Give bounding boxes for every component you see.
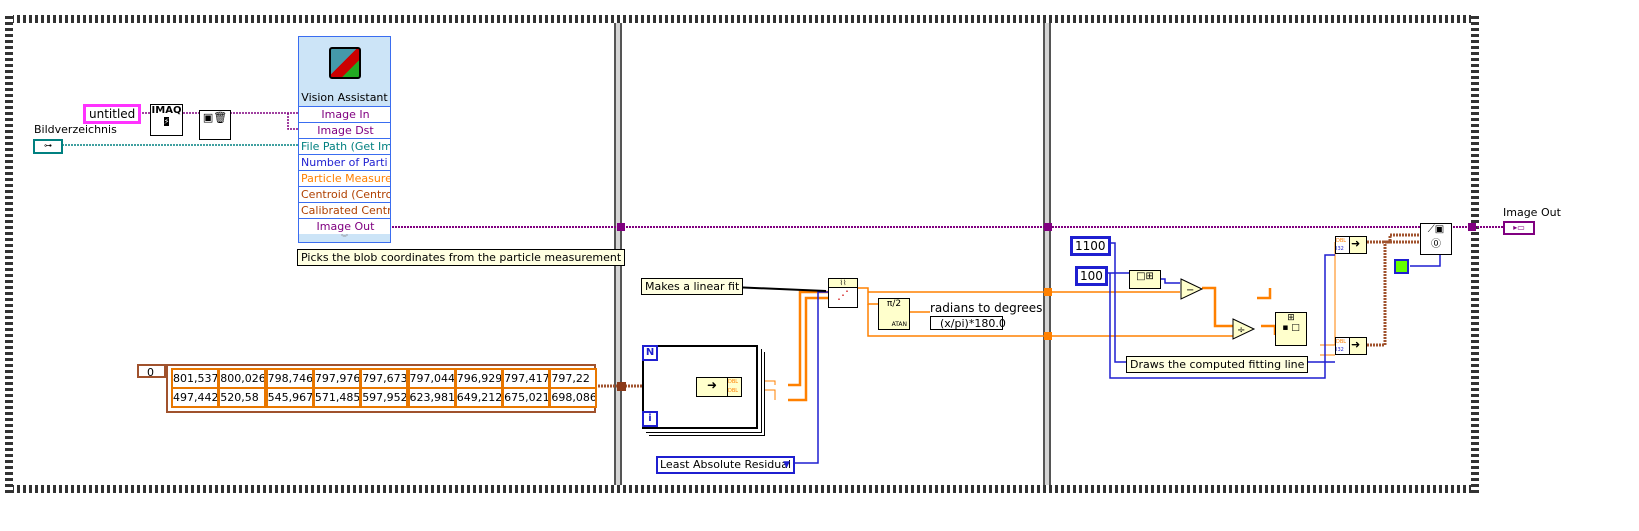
comment-fitting-line: Draws the computed fitting line [1126,356,1309,373]
terminal-image-in[interactable]: Image In [299,106,390,122]
array-element[interactable]: 520,58 [218,387,267,408]
dbl-label: DBL [1336,339,1347,345]
array-element[interactable]: 798,746 [265,368,314,389]
arrow-right-icon: ➜ [1351,237,1361,250]
image-out-label: Image Out [1503,206,1561,219]
arctan-node[interactable]: π/2 ATAN [878,298,910,330]
terminal-calibrated-centroid[interactable]: Calibrated Centr [299,202,390,218]
loop-count-terminal[interactable]: N [642,345,658,361]
array-element[interactable]: 698,086 [549,387,598,408]
array-element[interactable]: 623,981 [407,387,456,408]
dropdown-arrow-icon[interactable]: ▼ [783,458,790,472]
dbl-label: DBL [1336,238,1347,244]
build-array-node[interactable]: □⊞ [1129,270,1161,289]
dbl-wire-x [788,290,828,387]
dbl-label: DBL [728,379,739,385]
expression-node[interactable]: (x/pi)*180.0 [930,316,1006,330]
expand-chevron-icon[interactable]: ︾ [299,234,390,242]
vision-assistant-icon [329,47,361,79]
pi-over-2-icon: π/2 [886,299,902,309]
divide-node[interactable]: ÷ [1232,318,1256,340]
imaq-overlay-line-node[interactable]: ⟋▣ ⓪ [1420,223,1452,255]
constant-100[interactable]: 100 [1075,266,1108,286]
i32-label: I32 [1336,246,1344,252]
fit-curve-icon: ⌇⌇ [829,279,857,288]
atan-label: ATAN [891,321,907,328]
imaq-dispose-node[interactable]: ▣🗑 [199,110,231,140]
array-index-display[interactable]: 0 [137,364,166,379]
path-control[interactable]: ⊶ [33,139,63,154]
formula-node-label: radians to degrees [930,301,1043,315]
comment-blob-coordinates: Picks the blob coordinates from the part… [297,249,626,266]
fit-method-enum[interactable]: Least Absolute Residual ▼ [656,456,795,474]
terminal-particle-measurements[interactable]: Particle Measure [299,170,390,186]
array-element[interactable]: 797,417 [502,368,551,389]
overlay-line-icon: ⟋▣ ⓪ [1427,224,1445,250]
bundle-node-1[interactable]: DBL I32 ➜ [1335,236,1367,254]
arrow-right-icon: ➜ [1351,338,1361,351]
imaq-create-node[interactable]: IMAQ ⚡ [150,104,183,136]
unbundle-node[interactable]: ➜ [696,377,728,397]
fit-method-value: Least Absolute Residual [660,458,792,471]
subtract-node[interactable]: − [1180,278,1204,300]
bundle-node-2[interactable]: DBL I32 ➜ [1335,337,1367,355]
comment-arrow [731,286,827,292]
array-element[interactable]: 797,044 [407,368,456,389]
point-wire [1320,242,1336,356]
array-element[interactable]: 545,967 [265,387,314,408]
array-element[interactable]: 796,929 [454,368,503,389]
dbl-wire-unbundle [756,380,776,400]
cluster-wires [1367,233,1420,347]
array-element[interactable]: 675,021 [502,387,551,408]
grid-icon: ⊞ ▪ □ [1282,313,1300,333]
array-element[interactable]: 597,952 [360,387,409,408]
terminal-image-dst[interactable]: Image Dst [299,122,390,138]
array-element[interactable]: 797,673 [360,368,409,389]
lightning-icon: ⚡ [163,117,170,126]
loop-iteration-terminal: i [642,411,658,427]
array-element[interactable]: 649,212 [454,387,503,408]
build-array-icon: □⊞ [1136,271,1154,282]
boolean-constant[interactable] [1394,259,1409,274]
array-element[interactable]: 571,485 [312,387,361,408]
array-element[interactable]: 797,976 [312,368,361,389]
terminal-centroid[interactable]: Centroid (Centro [299,186,390,202]
linear-fit-vi[interactable]: ⌇⌇ ⋰ [828,278,858,308]
terminal-file-path[interactable]: File Path (Get Im [299,138,390,154]
i32-label: I32 [1336,347,1344,353]
block-diagram: untitled Bildverzeichnis ⊶ IMAQ ⚡ ▣🗑 Visi… [0,0,1639,531]
divide-icon: ÷ [1237,325,1245,336]
array-element[interactable]: 797,22 [549,368,598,389]
draw-line-points-node[interactable]: ⊞ ▪ □ [1275,312,1307,346]
minus-icon: − [1186,285,1194,296]
image-name-constant[interactable]: untitled [83,104,142,124]
dbl-label: DBL [728,388,739,394]
path-control-label: Bildverzeichnis [34,123,117,136]
array-element[interactable]: 497,442 [171,387,219,408]
array-element[interactable]: 801,537 [171,368,219,389]
linear-fit-icon: ⋰ [837,288,849,302]
terminal-image-out[interactable]: Image Out [299,218,390,234]
constant-1100[interactable]: 1100 [1070,236,1111,256]
vision-assistant-express-vi[interactable]: Vision Assistant Image In Image Dst File… [298,36,391,243]
comment-linear-fit: Makes a linear fit [641,278,744,295]
image-out-indicator[interactable]: ▸▭ [1503,221,1535,235]
arrow-right-icon: ➜ [706,378,718,392]
vision-assistant-title: Vision Assistant [301,91,388,104]
trash-icon: ▣🗑 [202,111,228,124]
imaq-label: IMAQ [151,105,182,116]
slope-through-wire [867,291,1233,337]
terminal-number-of-particles[interactable]: Number of Parti [299,154,390,170]
array-element[interactable]: 800,026 [218,368,267,389]
unbundle-types: DBL DBL [727,377,742,397]
